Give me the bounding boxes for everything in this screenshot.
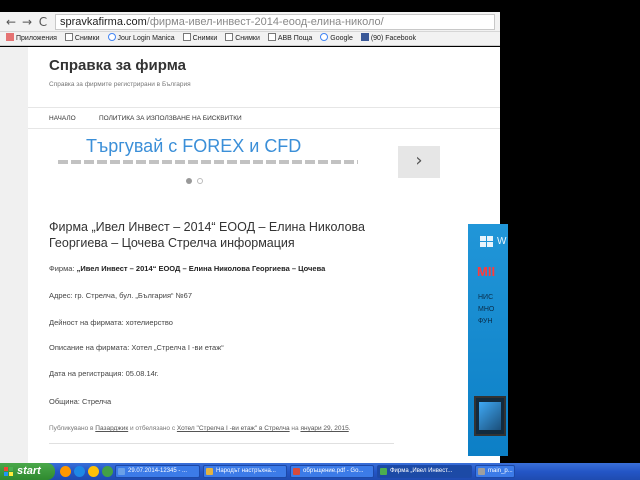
slider-next-button[interactable]: ›: [398, 146, 440, 178]
bookmark-abv-mail[interactable]: ABB Поща: [267, 32, 312, 45]
windows-flag-icon: [4, 467, 14, 476]
ad-line: МНО: [478, 306, 495, 313]
site-title[interactable]: Справка за фирма: [49, 57, 186, 74]
document-icon: [118, 468, 125, 475]
page-left-margin: [0, 47, 28, 464]
bookmark-apps[interactable]: Приложения: [6, 32, 57, 45]
nav-cookie-policy[interactable]: ПОЛИТИКА ЗА ИЗПОЛЗВАНЕ НА БИСКВИТКИ: [99, 115, 242, 122]
bookmark-facebook[interactable]: (90) Facebook: [360, 32, 416, 45]
slide-subtext: [58, 160, 358, 164]
ad-line: НИС: [478, 294, 494, 301]
slider-dot-2[interactable]: [197, 178, 203, 184]
date-link[interactable]: януари 29, 2015: [300, 425, 348, 432]
taskbar-item[interactable]: 29.07.2014-12345 - ...: [115, 465, 200, 478]
ad-line: ФУН: [478, 318, 493, 325]
forward-button[interactable]: →: [20, 15, 34, 29]
banner-slider: Търгувай с FOREX и CFD ›: [28, 132, 500, 192]
page-icon: [182, 33, 191, 41]
post-meta: Публикувано в Пазарджик и отбелязано с Х…: [49, 425, 351, 432]
taskbar-item[interactable]: обръщение.pdf - Go...: [290, 465, 374, 478]
page-icon: [64, 33, 73, 41]
ad-headline: MII: [477, 264, 496, 279]
chrome-icon[interactable]: [102, 466, 113, 477]
ie-icon[interactable]: [74, 466, 85, 477]
category-link[interactable]: Пазарджик: [95, 425, 128, 432]
url-path: /фирма-ивел-инвест-2014-еоод-елина-никол…: [146, 16, 384, 28]
chrome-icon: [380, 468, 387, 475]
bookmarks-bar: Приложения Снимки Jour Login Manica Сним…: [0, 32, 500, 46]
google-icon: [320, 33, 329, 41]
address-field: Адрес: гр. Стрелча, бул. „България“ №67: [49, 291, 192, 300]
start-button[interactable]: start: [0, 463, 55, 480]
folder-icon[interactable]: [88, 466, 99, 477]
apps-icon: [6, 33, 14, 41]
bookmark-google[interactable]: Google: [320, 32, 353, 45]
article-title: Фирма „Ивел Инвест – 2014“ ЕООД – Елина …: [49, 220, 366, 250]
taskbar: start 29.07.2014-12345 - ... Народът нас…: [0, 463, 640, 480]
slide-headline[interactable]: Търгувай с FOREX и CFD: [86, 136, 301, 157]
pdf-icon: [293, 468, 300, 475]
windows-logo-icon: [480, 236, 494, 248]
bookmark-snimki-3[interactable]: Снимки: [225, 32, 260, 45]
desktop-screen: ← → C spravkafirma.com/фирма-ивел-инвест…: [0, 0, 640, 480]
address-bar[interactable]: spravkafirma.com/фирма-ивел-инвест-2014-…: [55, 14, 495, 30]
site-tagline: Справка за фирмите регистрирани в Българ…: [49, 81, 191, 88]
bookmark-snimki-1[interactable]: Снимки: [64, 32, 100, 45]
tag-link[interactable]: Хотел "Стрелча I -ви етаж" в Стрелча: [177, 425, 290, 432]
registration-date-field: Дата на регистрация: 05.08.14г.: [49, 369, 159, 378]
document-icon: [206, 468, 213, 475]
ad-brand: W: [497, 236, 507, 247]
activity-field: Дейност на фирмата: хотелиерство: [49, 318, 173, 327]
facebook-icon: [360, 33, 369, 41]
window-icon: [478, 468, 485, 475]
web-page[interactable]: Справка за фирма Справка за фирмите реги…: [28, 47, 500, 464]
url-domain: spravkafirma.com: [60, 16, 147, 28]
main-nav: НАЧАЛО ПОЛИТИКА ЗА ИЗПОЛЗВАНЕ НА БИСКВИТ…: [28, 107, 500, 129]
company-field: Фирма: „Ивел Инвест – 2014“ ЕООД – Елина…: [49, 264, 326, 273]
taskbar-item-active[interactable]: Фирма „Ивел Инвест...: [377, 465, 472, 478]
google-icon: [107, 33, 116, 41]
tablet-image: [474, 396, 506, 436]
sidebar-ad[interactable]: W MII НИС МНО ФУН: [468, 224, 508, 456]
description-field: Описание на фирмата: Хотел „Стрелча I -в…: [49, 343, 224, 352]
taskbar-item[interactable]: main_p...: [475, 465, 515, 478]
slider-dot-1[interactable]: [186, 178, 192, 184]
home-icon: [267, 33, 276, 41]
browser-toolbar: ← → C spravkafirma.com/фирма-ивел-инвест…: [0, 12, 500, 32]
reload-button[interactable]: C: [36, 15, 50, 29]
page-icon: [225, 33, 234, 41]
divider: [49, 443, 394, 444]
bookmark-jour-login[interactable]: Jour Login Manica: [107, 32, 175, 45]
municipality-field: Община: Стрелча: [49, 397, 112, 406]
taskbar-item[interactable]: Народът настръхна...: [203, 465, 287, 478]
back-button[interactable]: ←: [4, 15, 18, 29]
blank-area: [500, 0, 640, 224]
bookmark-snimki-2[interactable]: Снимки: [182, 32, 217, 45]
nav-home[interactable]: НАЧАЛО: [49, 115, 76, 122]
company-name: „Ивел Инвест – 2014“ ЕООД – Елина Николо…: [76, 264, 326, 273]
firefox-icon[interactable]: [60, 466, 71, 477]
